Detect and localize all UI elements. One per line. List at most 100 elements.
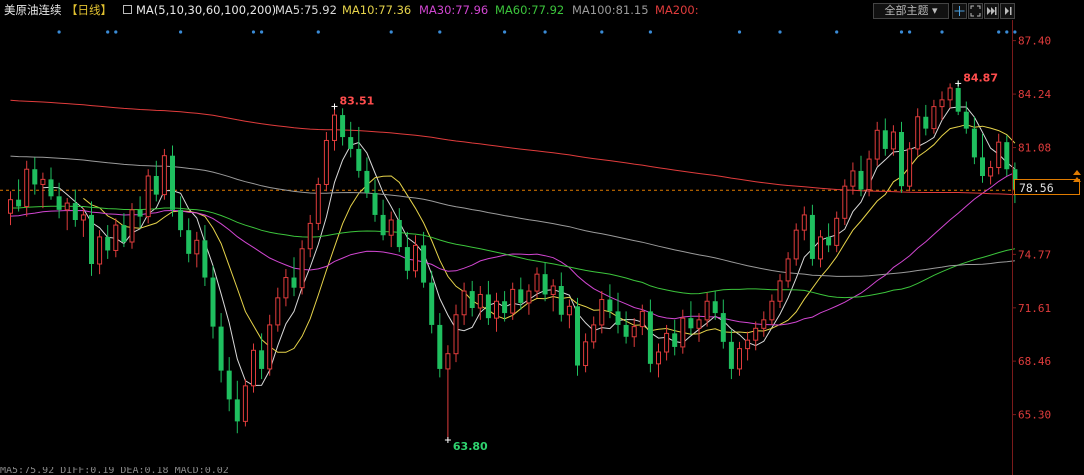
candle-body — [858, 170, 864, 190]
candle-down — [809, 204, 815, 266]
candle-down — [437, 313, 443, 378]
crosshair-icon[interactable] — [952, 3, 967, 19]
candle-body — [56, 196, 62, 210]
candle-body — [364, 170, 370, 193]
candle-body — [623, 324, 629, 337]
scroll-arrow-icon[interactable] — [1073, 170, 1081, 175]
ma-settings-icon[interactable] — [123, 5, 132, 14]
candle-body — [988, 167, 994, 177]
moving-average-lines — [10, 99, 1016, 387]
candle-down — [137, 196, 143, 229]
step-forward-icon[interactable] — [1000, 3, 1015, 19]
ma200-value: MA200: — [655, 3, 699, 17]
candle-body — [882, 130, 888, 149]
candle-body — [769, 300, 775, 321]
candle-body — [761, 319, 767, 329]
candle-body — [931, 106, 937, 130]
candle-body — [453, 314, 459, 355]
candle-body — [591, 324, 597, 343]
candle-body — [210, 277, 216, 327]
candle-up — [737, 341, 742, 376]
candle-up — [24, 160, 30, 217]
event-dot — [1013, 30, 1017, 34]
y-tick-label: 74.77 — [1018, 248, 1051, 261]
candle-body — [153, 176, 159, 195]
candle-body — [745, 339, 751, 350]
last-price-tag: 78.56 — [1014, 179, 1080, 195]
candle-body — [680, 317, 686, 348]
event-dot — [57, 30, 61, 34]
candle-body — [202, 240, 208, 278]
candle-down — [826, 223, 832, 253]
candle-up — [680, 309, 686, 354]
candle-body — [388, 219, 394, 236]
candle-up — [591, 316, 597, 349]
candles — [8, 81, 1018, 440]
candle-down — [971, 116, 977, 165]
candle-down — [348, 121, 354, 158]
ma-params[interactable]: MA(5,10,30,60,100,200) — [136, 0, 276, 20]
candle-up — [939, 91, 945, 121]
candle-body — [558, 286, 564, 315]
candle-down — [105, 225, 111, 259]
candle-body — [785, 258, 791, 282]
candle-body — [32, 169, 38, 185]
candle-body — [218, 326, 224, 371]
candle-down — [396, 208, 402, 253]
candle-body — [712, 301, 718, 314]
candle-body — [818, 236, 823, 260]
candle-up — [866, 150, 872, 197]
candle-body — [396, 220, 402, 248]
candle-down — [980, 133, 985, 183]
candle-down — [291, 257, 297, 297]
candle-body — [145, 175, 151, 218]
candle-body — [688, 318, 694, 329]
candle-down — [32, 157, 38, 195]
price-chart[interactable]: 84.87 83.51 63.80 87.40 84.24 81.08 74.77 71.6… — [0, 0, 1084, 475]
candle-up — [631, 318, 637, 347]
candle-body — [242, 385, 248, 422]
price-axis: 87.40 84.24 81.08 74.77 71.61 68.46 65.30 — [1012, 20, 1051, 475]
fast-forward-icon[interactable] — [984, 3, 999, 19]
extreme-label: 83.51 — [340, 94, 375, 107]
candle-body — [575, 306, 580, 366]
candle-body — [801, 214, 807, 231]
candle-body — [720, 313, 726, 342]
candle-body — [639, 310, 645, 328]
event-dot — [260, 30, 264, 34]
candle-down — [963, 101, 969, 134]
candle-up — [80, 208, 86, 237]
ma30-value: MA30:77.96 — [419, 3, 489, 17]
scroll-arrow-icon[interactable] — [1073, 177, 1081, 182]
candle-body — [777, 280, 783, 302]
candle-up — [769, 294, 775, 325]
theme-select[interactable]: 全部主题 ▾ — [873, 3, 949, 19]
candle-body — [40, 178, 46, 185]
candle-up — [8, 191, 13, 226]
candle-up — [242, 379, 248, 427]
candle-down — [672, 319, 678, 356]
candle-body — [615, 311, 621, 325]
candle-down — [218, 313, 224, 383]
candle-up — [550, 279, 556, 312]
candle-up — [996, 133, 1002, 175]
candle-body — [737, 348, 742, 370]
candle-body — [469, 291, 475, 308]
candle-up — [988, 160, 994, 185]
candle-body — [234, 399, 240, 422]
candle-up — [915, 108, 921, 156]
candle-down — [226, 357, 232, 412]
candle-body — [696, 319, 702, 329]
candle-down — [623, 311, 629, 344]
y-tick-label: 65.30 — [1018, 409, 1051, 422]
candle-down — [234, 380, 240, 434]
candle-down — [615, 292, 621, 334]
event-dots — [57, 30, 1017, 34]
candle-body — [259, 350, 265, 369]
candle-body — [550, 285, 556, 295]
expand-icon[interactable] — [968, 3, 983, 19]
candle-up — [461, 282, 467, 325]
candle-body — [340, 115, 346, 138]
candle-body — [186, 230, 192, 254]
period-label[interactable]: 【日线】 — [66, 0, 112, 20]
